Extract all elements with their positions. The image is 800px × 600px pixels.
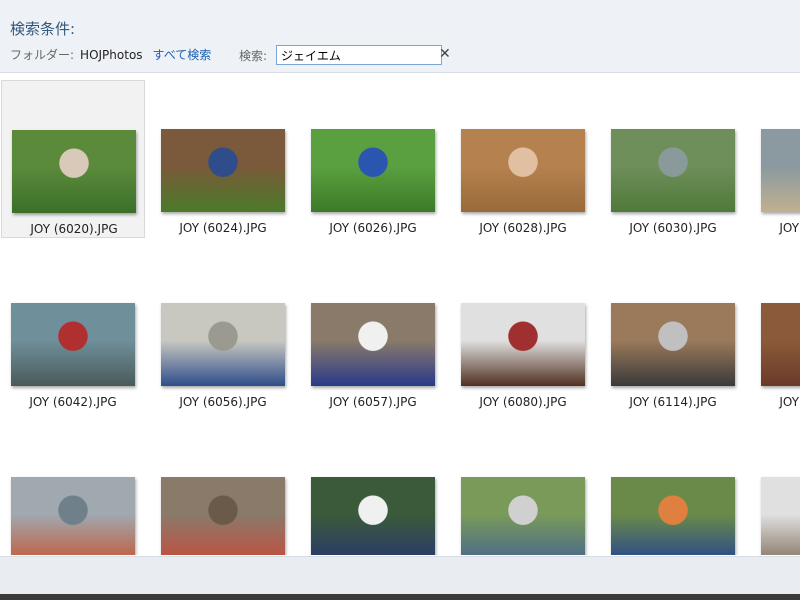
thumbnail-caption: JOY (6057).JPG [329,395,417,409]
photo-thumbnail[interactable] [761,303,800,386]
search-criteria-title: 検索条件: [10,20,76,38]
thumbnail-grid: ☑ JOY (6020).JPGJOY (6024).JPGJOY (6026)… [0,73,800,555]
photo-thumbnail[interactable] [11,477,135,555]
close-icon[interactable]: ✕ [439,46,451,62]
thumbnail-item[interactable]: JOY (6030).JPG [601,80,745,238]
photo-thumbnail[interactable] [161,477,285,555]
photo-thumbnail[interactable] [311,477,435,555]
photo-thumbnail[interactable] [461,303,585,386]
photo-thumbnail[interactable] [611,129,735,212]
thumbnail-item[interactable]: JOY (6026).JPG [301,80,445,238]
thumbnail-item[interactable]: JOY (6115).JPG [751,254,800,412]
thumbnail-item[interactable]: JOY (6123).JPG [451,428,595,555]
photo-thumbnail[interactable] [761,129,800,212]
status-bar [0,556,800,595]
thumbnail-caption: JOY (6042).JPG [29,395,117,409]
photo-thumbnail[interactable] [461,477,585,555]
thumbnail-caption: JOY (6030).JPG [629,221,717,235]
thumbnail-item[interactable]: JOY (6124).JPG [601,428,745,555]
folder-label: フォルダー: [10,48,75,62]
thumbnail-item[interactable]: JOY (6122).JPG [301,428,445,555]
thumbnail-caption: JOY (6056).JPG [179,395,267,409]
thumbnail-caption: JOY (6115).JPG [779,395,800,409]
thumbnail-item[interactable]: JOY (6125).JPG [751,428,800,555]
thumbnail-caption: JOY (6024).JPG [179,221,267,235]
thumbnail-caption: JOY (6031).JPG [779,221,800,235]
thumbnail-item[interactable]: JOY (6057).JPG [301,254,445,412]
thumbnail-item[interactable]: JOY (6120).JPG [1,428,145,555]
photo-thumbnail[interactable] [761,477,800,555]
thumbnail-caption: JOY (6114).JPG [629,395,717,409]
photo-thumbnail[interactable] [161,303,285,386]
search-all-link[interactable]: すべて検索 [153,46,212,63]
thumbnail-item[interactable]: JOY (6031).JPG [751,80,800,238]
thumbnail-caption: JOY (6026).JPG [329,221,417,235]
thumbnail-caption: JOY (6028).JPG [479,221,567,235]
photo-thumbnail[interactable] [461,129,585,212]
photo-thumbnail[interactable] [161,129,285,212]
thumbnail-caption: JOY (6080).JPG [479,395,567,409]
thumbnail-item[interactable]: JOY (6056).JPG [151,254,295,412]
taskbar-edge [0,594,800,600]
photo-thumbnail[interactable] [12,130,136,213]
photo-thumbnail[interactable] [611,477,735,555]
search-label: 検索: [239,49,268,63]
thumbnail-item[interactable]: JOY (6020).JPG [1,80,145,238]
thumbnail-item[interactable]: JOY (6028).JPG [451,80,595,238]
thumbnail-item[interactable]: JOY (6114).JPG [601,254,745,412]
search-input[interactable] [276,45,442,65]
photo-thumbnail[interactable] [311,303,435,386]
thumbnail-caption: JOY (6020).JPG [30,222,118,236]
thumbnail-item[interactable]: JOY (6042).JPG [1,254,145,412]
folder-value: HOJPhotos [80,47,143,62]
thumbnail-item[interactable]: JOY (6024).JPG [151,80,295,238]
thumbnail-item[interactable]: JOY (6080).JPG [451,254,595,412]
photo-thumbnail[interactable] [11,303,135,386]
folder-row: フォルダー: HOJPhotos すべて検索 [10,46,211,63]
thumbnail-item[interactable]: JOY (6121).JPG [151,428,295,555]
search-criteria-bar: 検索条件: フォルダー: HOJPhotos すべて検索 検索: ✕ [0,0,800,73]
photo-thumbnail[interactable] [311,129,435,212]
photo-thumbnail[interactable] [611,303,735,386]
